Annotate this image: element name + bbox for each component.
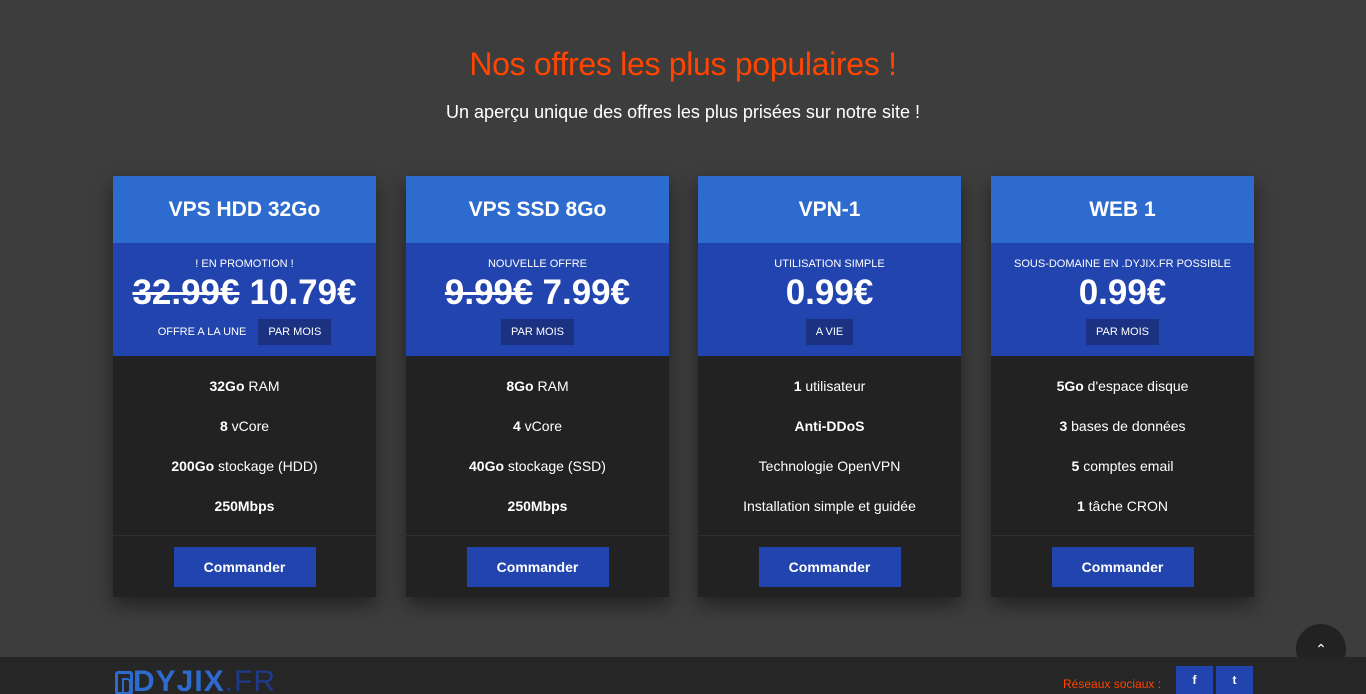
old-price: 32.99€ (132, 273, 240, 312)
period-badge: PAR MOIS (1086, 319, 1159, 345)
price-line: 9.99€ 7.99€ (406, 273, 669, 313)
old-price: 9.99€ (444, 273, 533, 312)
plans-grid: VPS HDD 32Go ! EN PROMOTION ! 32.99€ 10.7… (113, 176, 1254, 597)
feature-list: 5Go d'espace disque 3 bases de données 5… (991, 356, 1254, 536)
twitter-icon: t (1232, 673, 1237, 687)
plan-price-block: SOUS-DOMAINE EN .DYJIX.FR POSSIBLE 0.99€… (991, 243, 1254, 356)
period-badge: PAR MOIS (258, 319, 332, 345)
feature-item: 5 comptes email (1071, 458, 1174, 474)
plan-note: SOUS-DOMAINE EN .DYJIX.FR POSSIBLE (1014, 258, 1231, 270)
plan-card-web-1: WEB 1 SOUS-DOMAINE EN .DYJIX.FR POSSIBLE… (991, 176, 1254, 597)
plan-tags: PAR MOIS (406, 319, 669, 345)
price-line: 32.99€ 10.79€ (113, 273, 376, 313)
feature-list: 32Go RAM 8 vCore 200Go stockage (HDD) 25… (113, 356, 376, 536)
facebook-button[interactable]: f (1176, 666, 1213, 694)
price-line: 0.99€ (698, 273, 961, 313)
site-footer: DYJIX.FR Réseaux sociaux : f t (0, 657, 1366, 694)
order-button[interactable]: Commander (758, 546, 901, 587)
plan-card-vps-ssd-8go: VPS SSD 8Go NOUVELLE OFFRE 9.99€ 7.99€ PA… (406, 176, 669, 597)
feature-item: 250Mbps (507, 498, 568, 514)
chevron-up-icon: ⌃ (1315, 640, 1327, 657)
feature-list: 8Go RAM 4 vCore 40Go stockage (SSD) 250M… (406, 356, 669, 536)
plan-price-block: NOUVELLE OFFRE 9.99€ 7.99€ PAR MOIS (406, 243, 669, 356)
plan-footer: Commander (113, 536, 376, 597)
social-label: Réseaux sociaux : (1063, 677, 1162, 691)
plan-footer: Commander (698, 536, 961, 597)
current-price: 0.99€ (785, 273, 874, 312)
plan-title: VPS HDD 32Go (113, 176, 376, 243)
current-price: 0.99€ (1078, 273, 1167, 312)
section-title: Nos offres les plus populaires ! (469, 46, 897, 82)
feature-item: Technologie OpenVPN (758, 458, 901, 474)
feature-list: 1 utilisateur Anti-DDoS Technologie Open… (698, 356, 961, 536)
plan-footer: Commander (406, 536, 669, 597)
plan-card-vps-hdd-32go: VPS HDD 32Go ! EN PROMOTION ! 32.99€ 10.7… (113, 176, 376, 597)
site-logo[interactable]: DYJIX.FR (115, 665, 276, 694)
logo-mark-icon (115, 671, 133, 694)
feature-item: 32Go RAM (209, 378, 280, 394)
plan-title: WEB 1 (991, 176, 1254, 243)
plan-note: ! EN PROMOTION ! (195, 258, 294, 270)
feature-item: 5Go d'espace disque (1056, 378, 1189, 394)
section-subtitle: Un aperçu unique des offres les plus pri… (446, 102, 920, 122)
plan-title: VPS SSD 8Go (406, 176, 669, 243)
feature-item: 200Go stockage (HDD) (171, 458, 318, 474)
period-badge: A VIE (805, 319, 854, 345)
feature-item: 8Go RAM (506, 378, 569, 394)
feature-item: 8 vCore (219, 418, 270, 434)
plan-price-block: UTILISATION SIMPLE 0.99€ A VIE (698, 243, 961, 356)
feature-item: 1 utilisateur (793, 378, 866, 394)
order-button[interactable]: Commander (1051, 546, 1194, 587)
plan-card-vpn-1: VPN-1 UTILISATION SIMPLE 0.99€ A VIE 1 u… (698, 176, 961, 597)
facebook-icon: f (1192, 673, 1197, 687)
featured-tag: OFFRE A LA UNE (157, 326, 247, 338)
plan-note: NOUVELLE OFFRE (487, 258, 588, 270)
order-button[interactable]: Commander (173, 546, 316, 587)
price-line: 0.99€ (991, 273, 1254, 313)
plan-tags: OFFRE A LA UNE PAR MOIS (113, 319, 376, 345)
feature-item: 3 bases de données (1059, 418, 1186, 434)
plan-tags: A VIE (698, 319, 961, 345)
current-price: 10.79€ (249, 273, 357, 312)
twitter-button[interactable]: t (1216, 666, 1253, 694)
plan-title: VPN-1 (698, 176, 961, 243)
feature-item: 1 tâche CRON (1076, 498, 1169, 514)
logo-tld: .FR (224, 665, 277, 694)
plan-note: UTILISATION SIMPLE (774, 258, 885, 270)
feature-item: 40Go stockage (SSD) (469, 458, 606, 474)
plan-price-block: ! EN PROMOTION ! 32.99€ 10.79€ OFFRE A LA… (113, 243, 376, 356)
feature-item: 4 vCore (512, 418, 563, 434)
plan-footer: Commander (991, 536, 1254, 597)
period-badge: PAR MOIS (501, 319, 574, 345)
feature-item: Installation simple et guidée (743, 498, 916, 514)
logo-text: DYJIX (133, 665, 225, 694)
plan-tags: PAR MOIS (991, 319, 1254, 345)
feature-item: 250Mbps (214, 498, 275, 514)
feature-item: Anti-DDoS (794, 418, 865, 434)
order-button[interactable]: Commander (466, 546, 609, 587)
current-price: 7.99€ (542, 273, 631, 312)
